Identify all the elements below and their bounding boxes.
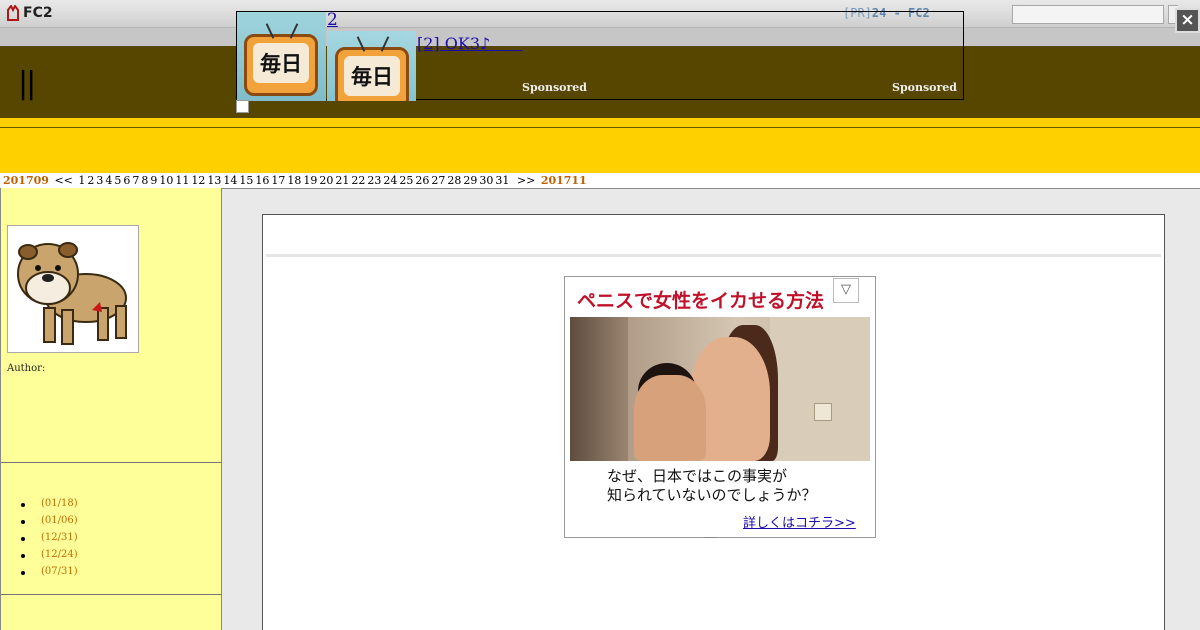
author-label: Author:	[7, 363, 46, 374]
profile-avatar	[7, 225, 139, 353]
header-stripe	[0, 118, 1200, 127]
recent-entry[interactable]: (01/18)	[21, 498, 78, 515]
prev-month-link[interactable]: 201709	[3, 174, 49, 187]
calendar-days: 1 2 3 4 5 6 7 8 9 10 11 12 13 14 15 16 17 18 19 20 21 22 23 24 2…	[78, 174, 511, 187]
recent-entry[interactable]: (12/31)	[21, 532, 78, 549]
entry-title-rule	[266, 254, 1161, 257]
next-arrow: >>	[516, 174, 536, 187]
banner-body-line: 知られていないのでしょうか？	[607, 486, 817, 504]
ad-thumbnail-2[interactable]: 毎日	[327, 31, 416, 101]
calendar-day[interactable]: 23	[367, 174, 381, 187]
fc2-fox-icon	[7, 5, 19, 21]
calendar-day[interactable]: 13	[207, 174, 221, 187]
calendar-day[interactable]: 31	[495, 174, 509, 187]
page-root: FC2 [PR]24 - FC2 || 毎日 毎日 2 [2] OK3♪ Spo…	[0, 0, 1200, 630]
calendar-day[interactable]: 7	[132, 174, 139, 187]
calendar-day[interactable]: 29	[463, 174, 477, 187]
calendar-day[interactable]: 22	[351, 174, 365, 187]
sidebar-divider	[1, 462, 222, 463]
content-ad-banner[interactable]: ペニスで女性をイカせる方法 ▽ なぜ、日本ではこの事実が 知られていないのでしょ…	[564, 276, 876, 538]
overlay-ad[interactable]: 毎日 毎日 2 [2] OK3♪ Sponsored Sponsored	[236, 10, 964, 101]
calendar-day[interactable]: 21	[335, 174, 349, 187]
calendar-day[interactable]: 10	[159, 174, 173, 187]
ad-choices-icon[interactable]: ▽	[833, 278, 859, 303]
recent-entry[interactable]: (12/24)	[21, 549, 78, 566]
calendar-day[interactable]: 20	[319, 174, 333, 187]
banner-body-line: なぜ、日本ではこの事実が	[607, 467, 788, 485]
search-input[interactable]	[1012, 5, 1164, 24]
ad-thumbnail-1[interactable]: 毎日	[237, 12, 326, 101]
calendar-day[interactable]: 2	[87, 174, 94, 187]
calendar-day[interactable]: 18	[287, 174, 301, 187]
calendar-day[interactable]: 19	[303, 174, 317, 187]
calendar-day[interactable]: 8	[141, 174, 148, 187]
tv-icon: 毎日	[335, 36, 409, 101]
ad-text-link[interactable]: [2] OK3♪	[417, 30, 522, 54]
sponsored-label: Sponsored	[522, 81, 587, 94]
calendar-day[interactable]: 17	[271, 174, 285, 187]
calendar-day[interactable]: 27	[431, 174, 445, 187]
ad-number-link[interactable]: 2	[327, 10, 338, 30]
ad-toggle-checkbox[interactable]	[236, 100, 249, 113]
calendar-day[interactable]: 1	[78, 174, 85, 187]
calendar-day[interactable]: 15	[239, 174, 253, 187]
calendar-day[interactable]: 6	[123, 174, 130, 187]
calendar-day[interactable]: 16	[255, 174, 269, 187]
sidebar-divider	[1, 594, 222, 595]
calendar-day[interactable]: 28	[447, 174, 461, 187]
banner-details-link[interactable]: 詳しくはコチラ>>	[743, 512, 856, 531]
sponsored-label: Sponsored	[892, 81, 957, 94]
calendar-day[interactable]: 4	[105, 174, 112, 187]
calendar-day[interactable]: 5	[114, 174, 121, 187]
recent-entry[interactable]: (07/31)	[21, 566, 78, 583]
calendar-day[interactable]: 30	[479, 174, 493, 187]
sidebar: Author: (01/18) (01/06) (12/31) (12/24) (07/…	[0, 188, 222, 630]
calendar-day[interactable]: 26	[415, 174, 429, 187]
banner-underline	[705, 537, 717, 538]
fc2-logo-text: FC2	[23, 5, 53, 21]
recent-entries-list: (01/18) (01/06) (12/31) (12/24) (07/31)	[21, 498, 78, 583]
calendar-day[interactable]: 11	[175, 174, 189, 187]
banner-body: なぜ、日本ではこの事実が 知られていないのでしょうか？	[607, 467, 817, 505]
calendar-day[interactable]: 9	[150, 174, 157, 187]
tv-screen-label: 毎日	[344, 56, 400, 96]
header-description-band	[0, 128, 1200, 173]
blog-title[interactable]: ||	[18, 66, 36, 101]
next-month-link[interactable]: 201711	[541, 174, 587, 187]
banner-photo[interactable]	[570, 317, 870, 461]
fc2-logo[interactable]: FC2	[6, 5, 53, 21]
calendar-day[interactable]: 14	[223, 174, 237, 187]
calendar-day[interactable]: 12	[191, 174, 205, 187]
recent-entry[interactable]: (01/06)	[21, 515, 78, 532]
banner-headline[interactable]: ペニスで女性をイカせる方法	[577, 286, 824, 313]
bulldog-icon	[17, 242, 127, 345]
tv-screen-label: 毎日	[253, 43, 309, 83]
tv-icon: 毎日	[244, 23, 318, 96]
calendar-day[interactable]: 24	[383, 174, 397, 187]
close-ad-button[interactable]: ×	[1175, 8, 1200, 33]
calendar-day[interactable]: 25	[399, 174, 413, 187]
calendar-nav: 201709 << 1 2 3 4 5 6 7 8 9 10 11 12 13 14 15 16 17 18 19 2…	[3, 174, 589, 187]
calendar-day[interactable]: 3	[96, 174, 103, 187]
prev-arrow: <<	[54, 174, 73, 187]
